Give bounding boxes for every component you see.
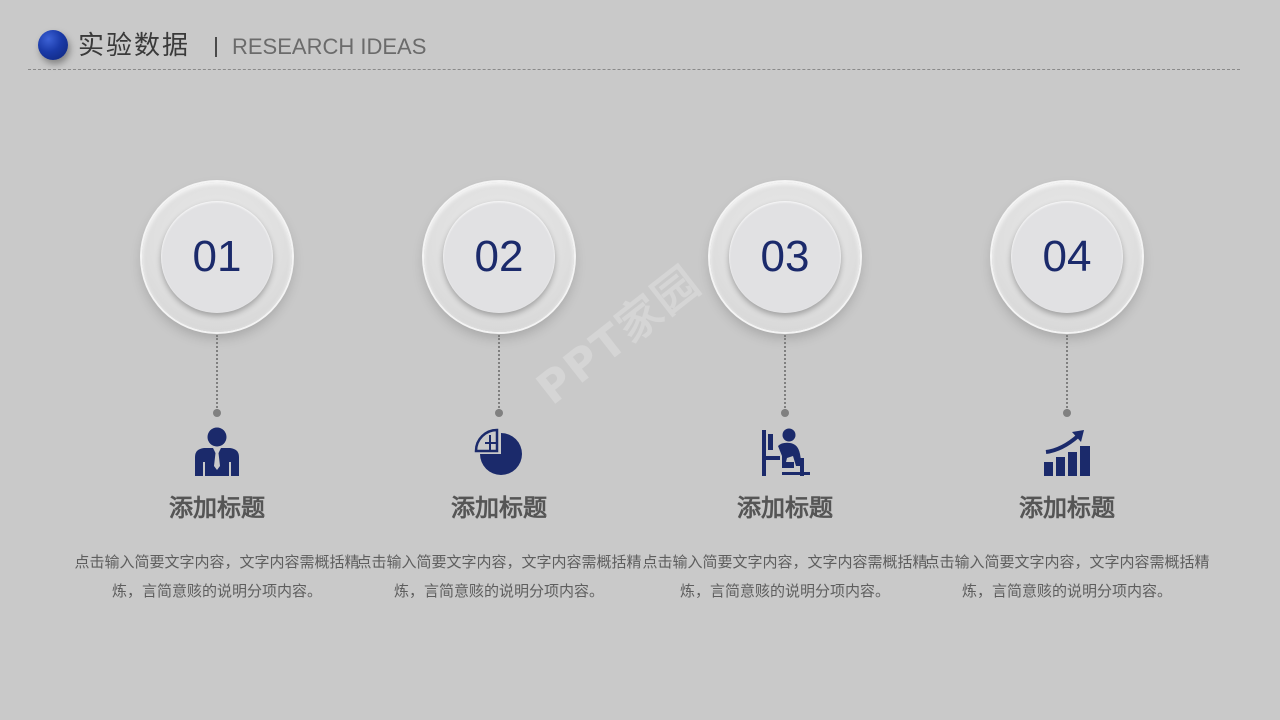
connector-line (216, 335, 218, 411)
connector-line (1066, 335, 1068, 411)
item-number: 01 (192, 232, 242, 281)
number-ring: 03 (710, 182, 860, 332)
growth-chart-icon (1042, 426, 1092, 478)
item-description: 点击输入简要文字内容，文字内容需概括精炼，言简意赅的说明分项内容。 (642, 553, 928, 600)
item-description: 点击输入简要文字内容，文字内容需概括精炼，言简意赅的说明分项内容。 (924, 553, 1210, 600)
slide: 实验数据 RESEARCH IDEAS PPT家园 01 添加标题 点击输入简要… (0, 0, 1280, 720)
header-dashed-rule (28, 69, 1240, 70)
item-number: 02 (474, 232, 524, 281)
item-description: 点击输入简要文字内容，文字内容需概括精炼，言简意赅的说明分项内容。 (356, 553, 642, 600)
item-description: 点击输入简要文字内容，文字内容需概括精炼，言简意赅的说明分项内容。 (74, 553, 360, 600)
item-02: 02 添加标题 点击输入简要文字内容，文字内容需概括精炼，言简意赅的说明分项内容… (354, 180, 644, 620)
connector-dot (1063, 409, 1071, 417)
item-title: 添加标题 (737, 494, 833, 522)
item-04: 04 添加标题 点击输入简要文字内容，文字内容需概括精炼，言简意赅的说明分项内容… (922, 180, 1212, 620)
pie-chart-icon (474, 426, 524, 478)
number-ring: 01 (142, 182, 292, 332)
page-title: 实验数据 (78, 31, 191, 61)
header-divider (215, 37, 217, 57)
page-subtitle: RESEARCH IDEAS (232, 34, 427, 59)
item-01: 01 添加标题 点击输入简要文字内容，文字内容需概括精炼，言简意赅的说明分项内容… (72, 180, 362, 620)
connector-dot (781, 409, 789, 417)
number-disc: 03 (729, 201, 841, 313)
item-title: 添加标题 (1019, 494, 1115, 522)
header-bullet-icon (38, 30, 68, 60)
connector-line (498, 335, 500, 411)
person-at-desk-icon (760, 426, 810, 478)
item-03: 03 添加标题 点击输入简要文字内容，文字内容需概括精炼，言简意赅的说明分项内容… (640, 180, 930, 620)
number-disc: 02 (443, 201, 555, 313)
businessman-icon (192, 426, 242, 478)
connector-dot (495, 409, 503, 417)
number-disc: 01 (161, 201, 273, 313)
connector-dot (213, 409, 221, 417)
number-ring: 02 (424, 182, 574, 332)
number-disc: 04 (1011, 201, 1123, 313)
item-title: 添加标题 (169, 494, 265, 522)
connector-line (784, 335, 786, 411)
item-number: 03 (760, 232, 810, 281)
item-number: 04 (1042, 232, 1092, 281)
number-ring: 04 (992, 182, 1142, 332)
item-title: 添加标题 (451, 494, 547, 522)
